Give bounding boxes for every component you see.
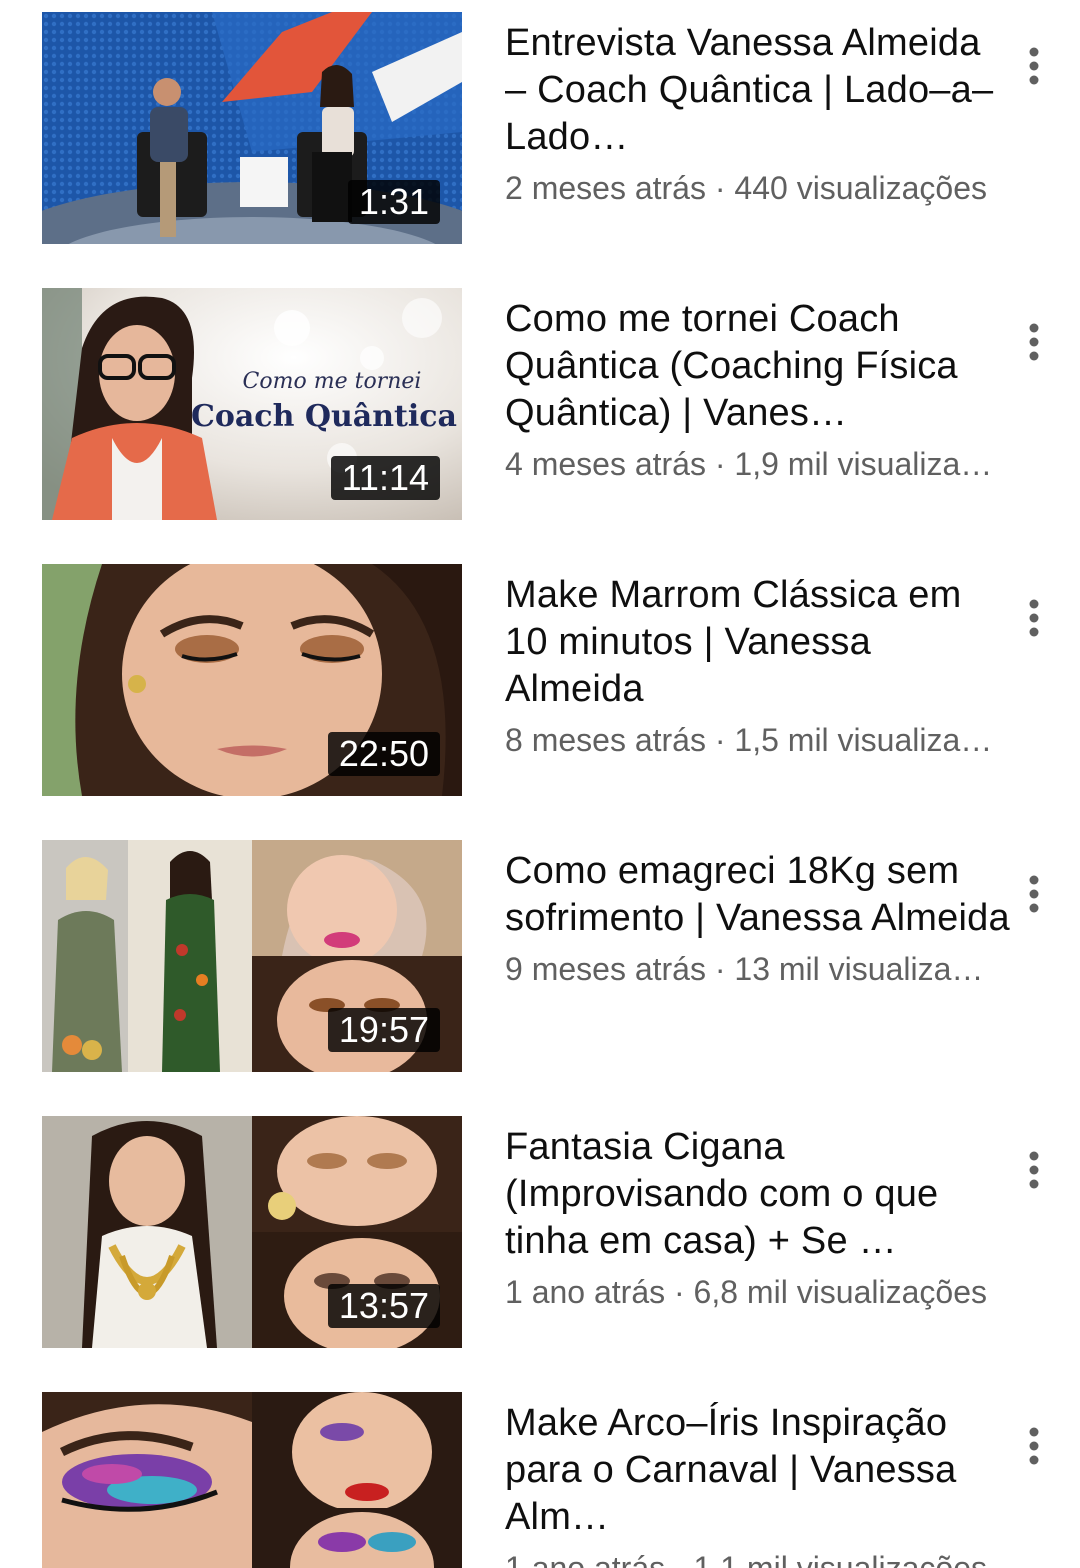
video-title[interactable]: Make Marrom Clássica em 10 minutos | Van… (505, 572, 1010, 713)
video-item[interactable]: Como me tornei Coach Quântica 11:14 Como… (0, 288, 1080, 520)
video-list: 1:31 Entrevista Vanessa Almeida – Coach … (0, 0, 1080, 1568)
video-meta: 1 ano atrás · 6,8 mil visualizações (505, 1274, 987, 1310)
thumbnail-main-text: Coach Quântica (191, 399, 457, 434)
video-meta: 9 meses atrás · 13 mil visualiza… (505, 951, 984, 987)
video-item[interactable]: 1:31 Entrevista Vanessa Almeida – Coach … (0, 12, 1080, 244)
video-thumbnail[interactable]: 22:50 (42, 564, 462, 796)
more-vert-icon (1029, 875, 1039, 913)
video-title[interactable]: Fantasia Cigana (Improvisando com o que … (505, 1124, 1010, 1265)
video-thumbnail[interactable]: 1:31 (42, 12, 462, 244)
video-title[interactable]: Como emagreci 18Kg sem sofrimento | Vane… (505, 848, 1010, 942)
video-meta: 4 meses atrás · 1,9 mil visualiza… (505, 446, 993, 482)
video-meta: 1 ano atrás · 1,1 mil visualizações (505, 1550, 987, 1568)
more-vert-icon (1029, 599, 1039, 637)
video-title[interactable]: Make Arco–Íris Inspiração para o Carnava… (505, 1400, 1010, 1541)
more-vert-icon (1029, 47, 1039, 85)
video-title[interactable]: Entrevista Vanessa Almeida – Coach Quânt… (505, 20, 1010, 161)
video-info[interactable]: Entrevista Vanessa Almeida – Coach Quânt… (505, 20, 1010, 209)
more-options-button[interactable] (1012, 1418, 1056, 1474)
video-duration: 22:50 (327, 732, 440, 776)
video-duration: 13:57 (327, 1284, 440, 1328)
video-item[interactable]: 19:57 Como emagreci 18Kg sem sofrimento … (0, 840, 1080, 1072)
video-thumbnail[interactable]: 13:57 (42, 1116, 462, 1348)
video-thumbnail[interactable]: Como me tornei Coach Quântica 11:14 (42, 288, 462, 520)
video-item[interactable]: Make Arco–Íris Inspiração para o Carnava… (0, 1392, 1080, 1568)
video-info[interactable]: Como me tornei Coach Quântica (Coaching … (505, 296, 1010, 485)
more-options-button[interactable] (1012, 1142, 1056, 1198)
video-thumbnail[interactable] (42, 1392, 462, 1568)
thumbnail-image (42, 1392, 462, 1568)
video-duration: 19:57 (327, 1008, 440, 1052)
more-vert-icon (1029, 1427, 1039, 1465)
video-meta: 2 meses atrás · 440 visualizações (505, 170, 987, 206)
video-thumbnail[interactable]: 19:57 (42, 840, 462, 1072)
video-info[interactable]: Make Arco–Íris Inspiração para o Carnava… (505, 1400, 1010, 1568)
video-info[interactable]: Fantasia Cigana (Improvisando com o que … (505, 1124, 1010, 1313)
more-options-button[interactable] (1012, 866, 1056, 922)
more-vert-icon (1029, 1151, 1039, 1189)
more-vert-icon (1029, 323, 1039, 361)
video-duration: 1:31 (347, 180, 440, 224)
more-options-button[interactable] (1012, 314, 1056, 370)
thumbnail-script-text: Como me tornei (243, 369, 422, 394)
video-item[interactable]: 22:50 Make Marrom Clássica em 10 minutos… (0, 564, 1080, 796)
more-options-button[interactable] (1012, 38, 1056, 94)
video-info[interactable]: Make Marrom Clássica em 10 minutos | Van… (505, 572, 1010, 761)
video-info[interactable]: Como emagreci 18Kg sem sofrimento | Vane… (505, 848, 1010, 990)
video-meta: 8 meses atrás · 1,5 mil visualiza… (505, 722, 993, 758)
more-options-button[interactable] (1012, 590, 1056, 646)
video-title[interactable]: Como me tornei Coach Quântica (Coaching … (505, 296, 1010, 437)
video-duration: 11:14 (330, 456, 440, 500)
video-item[interactable]: 13:57 Fantasia Cigana (Improvisando com … (0, 1116, 1080, 1348)
